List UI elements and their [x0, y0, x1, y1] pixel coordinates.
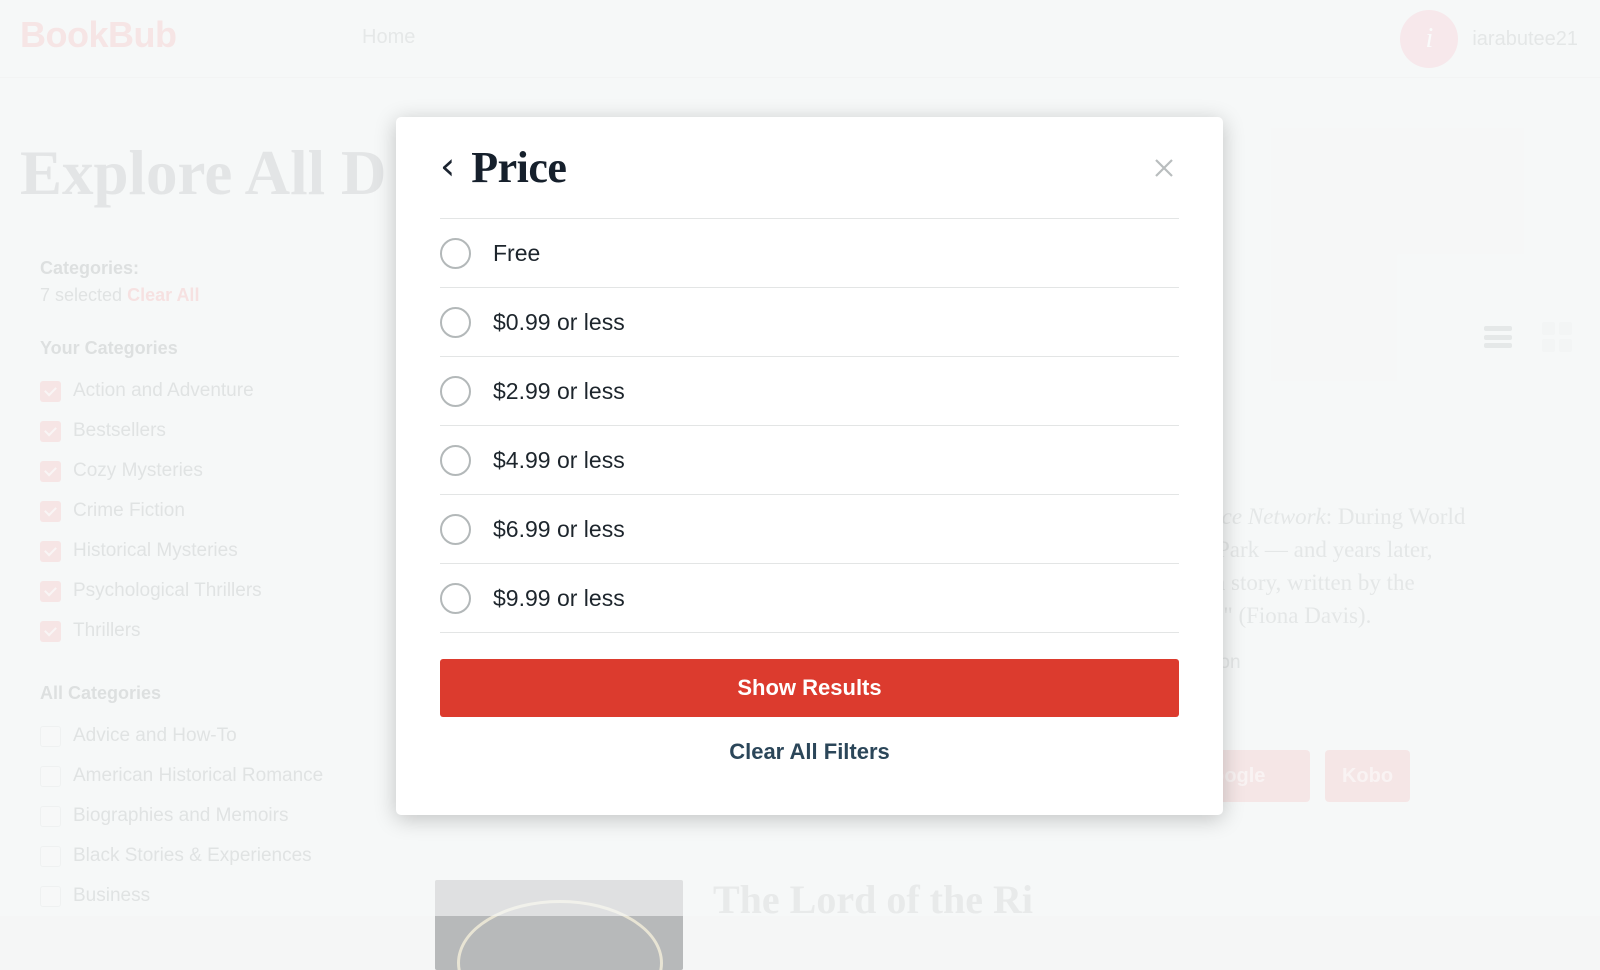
price-option-label: $4.99 or less [493, 447, 625, 474]
clear-all-filters-button[interactable]: Clear All Filters [396, 739, 1223, 765]
price-option-row[interactable]: $2.99 or less [440, 357, 1179, 426]
radio-button-icon[interactable] [440, 238, 471, 269]
price-option-row[interactable]: $6.99 or less [440, 495, 1179, 564]
price-option-row[interactable]: Free [440, 219, 1179, 288]
close-icon[interactable] [1149, 153, 1179, 183]
price-options-list: Free $0.99 or less $2.99 or less $4.99 or l… [440, 219, 1179, 633]
price-option-label: $2.99 or less [493, 378, 625, 405]
price-option-label: $0.99 or less [493, 309, 625, 336]
price-option-label: $9.99 or less [493, 585, 625, 612]
radio-button-icon[interactable] [440, 514, 471, 545]
price-option-label: Free [493, 240, 540, 267]
radio-button-icon[interactable] [440, 583, 471, 614]
show-results-button[interactable]: Show Results [440, 659, 1179, 717]
price-option-row[interactable]: $4.99 or less [440, 426, 1179, 495]
modal-header: ‹ Price [440, 117, 1179, 219]
radio-button-icon[interactable] [440, 376, 471, 407]
price-option-label: $6.99 or less [493, 516, 625, 543]
modal-title: Price [471, 142, 566, 193]
price-option-row[interactable]: $0.99 or less [440, 288, 1179, 357]
radio-button-icon[interactable] [440, 445, 471, 476]
radio-button-icon[interactable] [440, 307, 471, 338]
price-filter-modal: ‹ Price Free $0.99 or less $2.99 or less $4… [396, 117, 1223, 815]
chevron-left-icon[interactable]: ‹ [440, 147, 455, 185]
price-option-row[interactable]: $9.99 or less [440, 564, 1179, 633]
